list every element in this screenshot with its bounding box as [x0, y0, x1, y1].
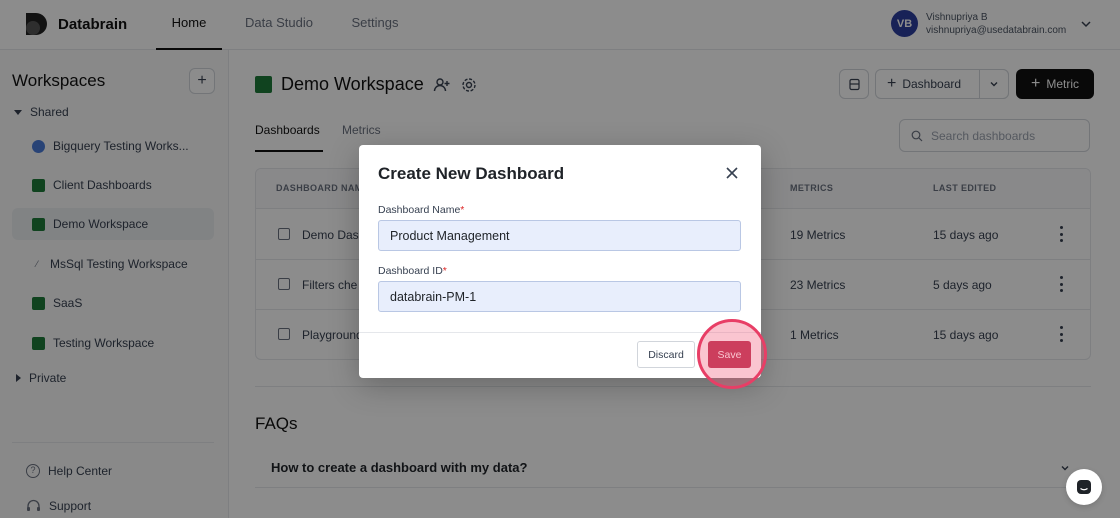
dashboard-id-label: Dashboard ID*	[378, 265, 447, 277]
dialog-footer-divider	[359, 332, 761, 333]
dashboard-name-label: Dashboard Name*	[378, 204, 464, 216]
required-mark: *	[460, 204, 465, 216]
chat-widget-button[interactable]	[1066, 469, 1102, 505]
create-dashboard-dialog: Create New Dashboard Dashboard Name* Das…	[359, 145, 761, 378]
chat-icon	[1077, 480, 1091, 494]
close-icon[interactable]	[725, 166, 739, 180]
dashboard-id-label-text: Dashboard ID	[378, 265, 443, 277]
discard-button[interactable]: Discard	[637, 341, 695, 368]
dashboard-name-label-text: Dashboard Name	[378, 204, 461, 216]
save-button[interactable]: Save	[708, 341, 751, 368]
dashboard-id-field[interactable]	[378, 281, 741, 312]
dashboard-name-field[interactable]	[378, 220, 741, 251]
required-mark: *	[442, 265, 447, 277]
dialog-title: Create New Dashboard	[378, 164, 565, 183]
